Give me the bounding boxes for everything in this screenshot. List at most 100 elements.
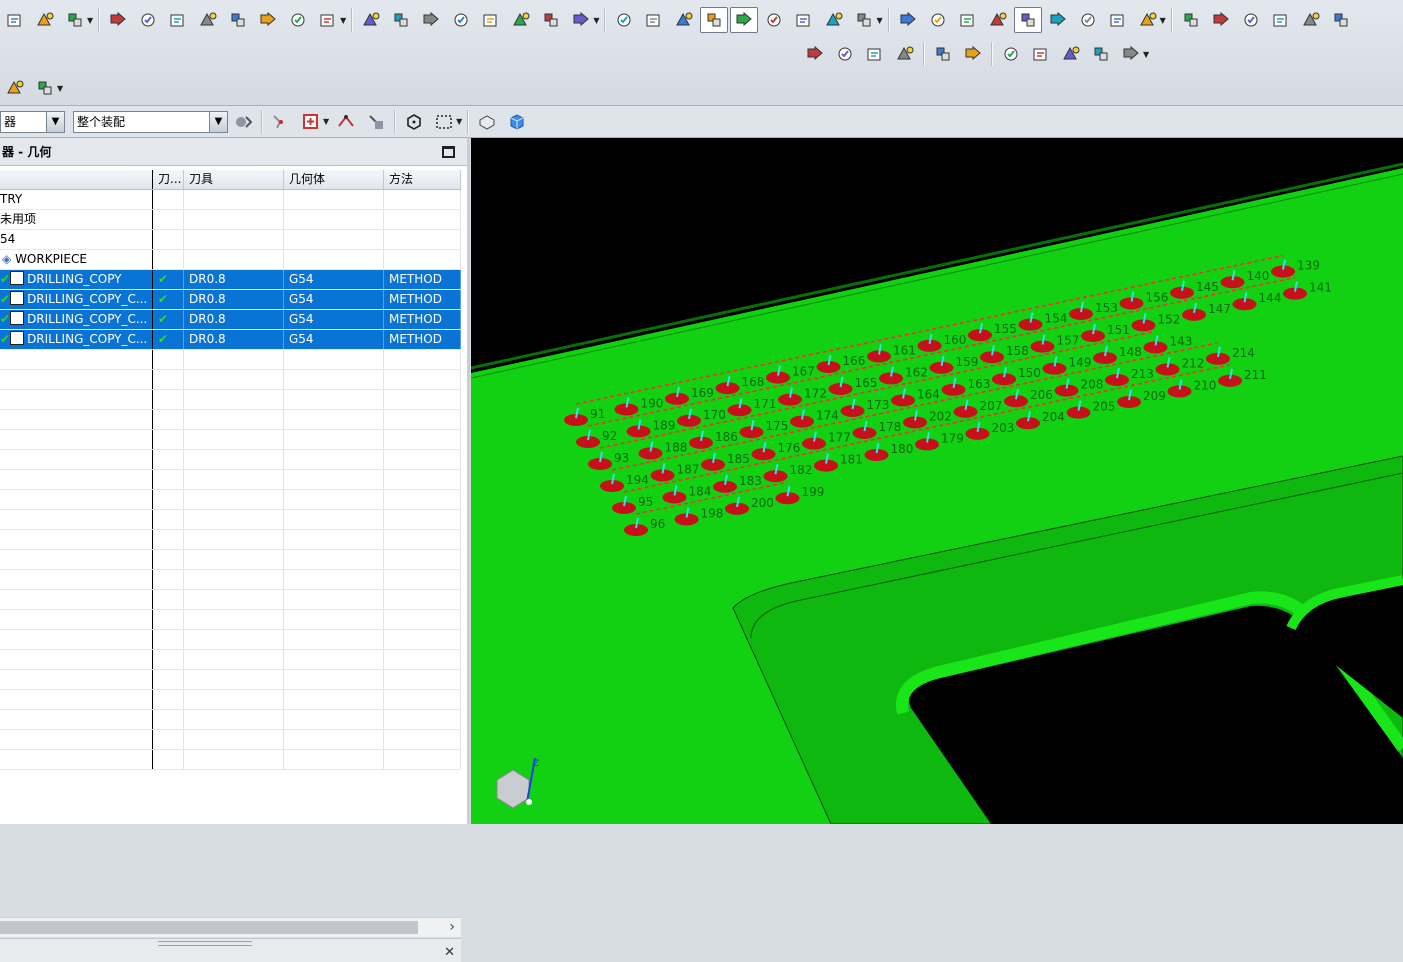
table-row[interactable]: ✔ DRILLING_COPY_C... ✔ DR0.8 G54 METHOD: [0, 290, 461, 310]
edit-cut-region-icon[interactable]: [1207, 7, 1235, 33]
curve-icon[interactable]: [790, 7, 818, 33]
program-order-icon[interactable]: [61, 7, 89, 33]
extra-icon[interactable]: [1327, 7, 1355, 33]
chevron-down-icon[interactable]: ▼: [46, 111, 64, 132]
snap-point-icon[interactable]: [267, 109, 295, 135]
filter-icon[interactable]: [284, 7, 312, 33]
verify-icon[interactable]: [640, 7, 668, 33]
dropdown-arrow-icon[interactable]: ▼: [456, 117, 462, 126]
point-icon[interactable]: [820, 7, 848, 33]
dropdown-arrow-icon[interactable]: ▼: [593, 16, 599, 25]
table-row[interactable]: TRY: [0, 190, 461, 210]
isv-icon[interactable]: [1074, 7, 1102, 33]
snap-point-on-face-icon[interactable]: [362, 109, 390, 135]
rectangle-select-icon[interactable]: [430, 109, 458, 135]
column-header-name[interactable]: [0, 170, 153, 189]
dropdown-arrow-icon[interactable]: ▼: [1160, 16, 1166, 25]
zoom-region-icon[interactable]: [959, 41, 987, 67]
optimize-icon[interactable]: [1177, 7, 1205, 33]
table-row[interactable]: ✔ DRILLING_COPY ✔ DR0.8 G54 METHOD: [0, 270, 461, 290]
scope-filter-combo[interactable]: 整个装配 ▼: [73, 110, 228, 133]
verify-check-icon[interactable]: [801, 41, 829, 67]
tool-path-icon[interactable]: [357, 7, 385, 33]
table-row[interactable]: ✔ DRILLING_COPY_C... ✔ DR0.8 G54 METHOD: [0, 330, 461, 350]
machine-settings-icon[interactable]: [1117, 41, 1145, 67]
tool-library-icon[interactable]: [831, 41, 859, 67]
list-tools-icon[interactable]: [1027, 41, 1055, 67]
chevron-down-icon[interactable]: ▼: [209, 111, 227, 132]
report-icon[interactable]: [997, 41, 1025, 67]
postprocess-icon[interactable]: [924, 7, 952, 33]
workpiece-icon[interactable]: [1, 7, 29, 33]
properties-icon[interactable]: [254, 7, 282, 33]
transform-icon[interactable]: [894, 7, 922, 33]
column-header-path[interactable]: 刀...: [153, 170, 184, 189]
3d-model-view[interactable]: 91 190 169 168 167 166 161 160 155 154 153 156 145 14…: [471, 138, 1403, 824]
scroll-right-icon[interactable]: ›: [449, 918, 455, 936]
stock-icon[interactable]: [477, 7, 505, 33]
create-tool-icon[interactable]: [134, 7, 162, 33]
assembly-navigator-icon[interactable]: [1, 75, 29, 101]
dropdown-arrow-icon[interactable]: ▼: [1143, 50, 1149, 59]
machine-control-icon[interactable]: [1104, 7, 1132, 33]
hexagon-select-icon[interactable]: [400, 109, 428, 135]
view-cube-icon[interactable]: [503, 109, 531, 135]
geometry-library-icon[interactable]: [861, 41, 889, 67]
type-filter-combo[interactable]: 器 ▼: [0, 110, 65, 133]
operation-navigator-icon[interactable]: [447, 7, 475, 33]
snap-intersection-icon[interactable]: [332, 109, 360, 135]
blank-icon[interactable]: [31, 7, 59, 33]
cutting-region-icon[interactable]: [700, 7, 729, 33]
feeds-speeds-icon[interactable]: [1134, 7, 1162, 33]
dropdown-arrow-icon[interactable]: ▼: [87, 16, 93, 25]
path-edit-icon[interactable]: [1057, 41, 1085, 67]
delete-icon[interactable]: [224, 7, 252, 33]
part-navigator-icon[interactable]: [31, 75, 59, 101]
layer-icon[interactable]: [1297, 7, 1325, 33]
flag-icon[interactable]: [929, 41, 957, 67]
output-cls-icon[interactable]: [1013, 7, 1042, 33]
geometry-view-icon[interactable]: [387, 7, 415, 33]
resize-handle[interactable]: [158, 941, 252, 946]
template-icon[interactable]: [891, 41, 919, 67]
scrollbar-thumb[interactable]: [0, 921, 418, 934]
feed-rate-icon[interactable]: [507, 7, 535, 33]
add-point-icon[interactable]: [1237, 7, 1265, 33]
create-method-icon[interactable]: [194, 7, 222, 33]
collapse-icon[interactable]: ✕: [444, 945, 455, 960]
list-icon[interactable]: [610, 7, 638, 33]
point-constructor-icon[interactable]: [297, 109, 325, 135]
table-row[interactable]: ✔ DRILLING_COPY_C... ✔ DR0.8 G54 METHOD: [0, 310, 461, 330]
dropdown-arrow-icon[interactable]: ▼: [323, 117, 329, 126]
create-geometry-icon[interactable]: [164, 7, 192, 33]
pattern-icon[interactable]: [850, 7, 878, 33]
tool-holder-icon[interactable]: [1044, 7, 1072, 33]
simulate-icon[interactable]: [984, 7, 1012, 33]
selection-settings-icon[interactable]: [229, 109, 257, 135]
boundary-icon[interactable]: [730, 7, 759, 33]
graphics-window[interactable]: 91 190 169 168 167 166 161 160 155 154 153 156 145 14…: [471, 138, 1403, 824]
table-row[interactable]: 未用项: [0, 210, 461, 230]
horizontal-scrollbar[interactable]: ›: [0, 917, 461, 937]
probe-icon[interactable]: [1267, 7, 1295, 33]
maximize-icon[interactable]: [442, 146, 455, 158]
column-header-geometry[interactable]: 几何体: [284, 170, 384, 189]
dropdown-arrow-icon[interactable]: ▼: [340, 16, 346, 25]
replay-icon[interactable]: [567, 7, 595, 33]
column-header-method[interactable]: 方法: [384, 170, 461, 189]
machine-tool-view-icon[interactable]: [314, 7, 342, 33]
create-program-icon[interactable]: [104, 7, 132, 33]
method-view-icon[interactable]: [417, 7, 445, 33]
hole-icon[interactable]: [760, 7, 788, 33]
dropdown-arrow-icon[interactable]: ▼: [876, 16, 882, 25]
table-row[interactable]: 54: [0, 230, 461, 250]
clock-icon[interactable]: [1087, 41, 1115, 67]
column-header-tool[interactable]: 刀具: [184, 170, 284, 189]
shop-docs-icon[interactable]: [954, 7, 982, 33]
view-shaded-icon[interactable]: [473, 109, 501, 135]
table-row[interactable]: ◈ WORKPIECE: [0, 250, 461, 270]
secondary-toolbar-row: ▼: [800, 38, 1151, 70]
display-tool-icon[interactable]: [670, 7, 698, 33]
dropdown-arrow-icon[interactable]: ▼: [57, 84, 63, 93]
generate-icon[interactable]: [537, 7, 565, 33]
